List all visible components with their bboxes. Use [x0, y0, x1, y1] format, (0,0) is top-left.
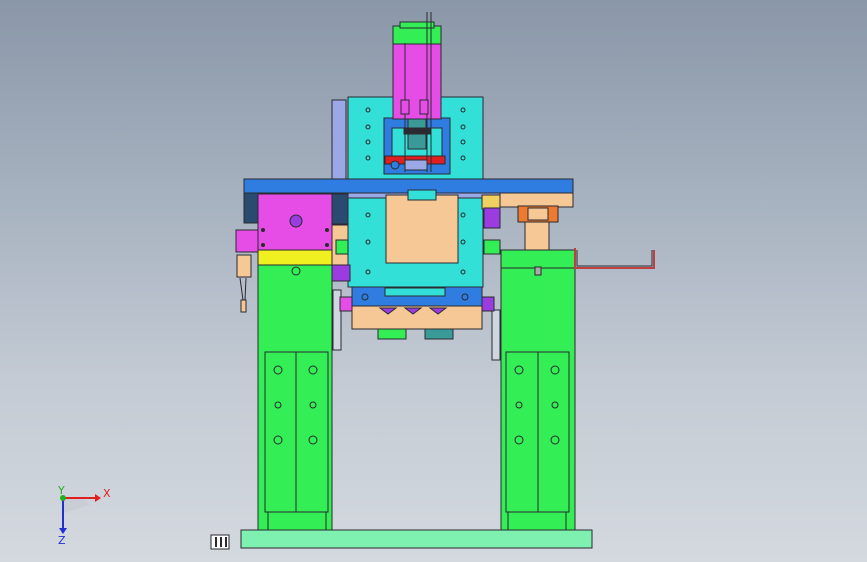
left-column-foot: [267, 511, 327, 531]
left-sensor: [235, 229, 259, 253]
cad-viewport[interactable]: .ol { stroke:#2a2a30; stroke-width:1; }: [0, 0, 867, 562]
left-guide-rail: [331, 99, 347, 183]
triad-y-label: Y: [57, 484, 65, 497]
base-plate: [240, 529, 593, 549]
machine-model[interactable]: .ol { stroke:#2a2a30; stroke-width:1; }: [0, 0, 867, 562]
top-cylinder: [392, 42, 442, 120]
left-yellow-strip: [257, 249, 333, 266]
view-orientation-icon[interactable]: [210, 534, 230, 550]
right-wire-bracket: [574, 248, 655, 269]
triad-z-label: Z: [58, 534, 66, 547]
right-column-foot: [507, 511, 567, 531]
upper-die: [385, 194, 459, 264]
triad-x-label: X: [103, 487, 111, 500]
coordinate-triad-icon: X Y Z: [57, 484, 111, 547]
